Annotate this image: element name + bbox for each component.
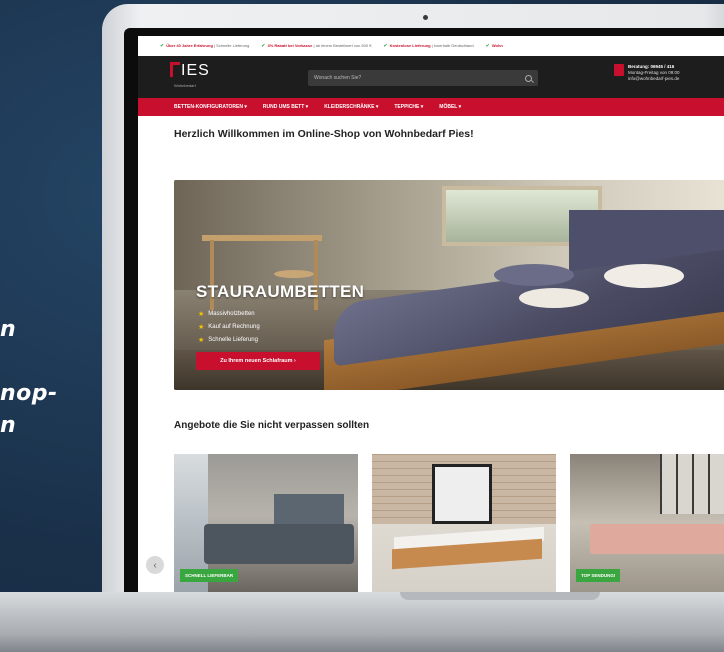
check-icon: ✔	[261, 43, 266, 49]
side-text-line-2: nop-	[0, 381, 58, 406]
product-image-bed	[590, 524, 724, 554]
logo[interactable]: IES	[170, 62, 210, 80]
product-badge: TOP SENDUNG!	[576, 569, 621, 582]
nav-item-teppiche[interactable]: TEPPICHE ▾	[394, 104, 423, 110]
carousel-prev-button[interactable]: ‹	[146, 556, 164, 574]
contact-email[interactable]: info@wohnbedarf-pies.de	[628, 76, 680, 82]
logo-subtitle: Wohnbedarf	[174, 83, 196, 88]
hero-pillow	[519, 288, 589, 308]
nav-item-rund-ums-bett[interactable]: RUND UMS BETT ▾	[263, 104, 308, 110]
usp-item: ✔ Über 40 Jahre Erfahrung | Schnelle Lief…	[160, 43, 250, 49]
offers-heading: Angebote die Sie nicht verpassen sollten	[174, 420, 370, 431]
check-icon: ✔	[383, 43, 388, 49]
hero-pillow	[604, 264, 684, 288]
hero-feature: ★ Schnelle Lieferung	[198, 337, 258, 344]
hero-pillow	[494, 264, 574, 286]
usp-item: ✔ Wohn	[485, 43, 503, 49]
website-screen: ✔ Über 40 Jahre Erfahrung | Schnelle Lief…	[138, 36, 724, 592]
logo-mark-icon	[170, 62, 180, 77]
check-icon: ✔	[160, 43, 165, 49]
product-image-window	[660, 454, 724, 514]
phone-icon	[614, 64, 624, 76]
product-card[interactable]	[372, 454, 556, 592]
laptop-notch	[400, 592, 600, 600]
hero-desk	[202, 235, 322, 241]
hero-cta-button[interactable]: Zu Ihrem neuen Schlafraum ›	[196, 352, 320, 370]
hero-feature: ★ Massivholzbetten	[198, 311, 255, 318]
product-card[interactable]: TOP SENDUNG!	[570, 454, 724, 592]
star-icon: ★	[198, 311, 205, 318]
site-header: IES Wohnbedarf Wonach suchen Sie? Beratu…	[138, 56, 724, 98]
search-icon[interactable]	[525, 74, 532, 82]
hero-banner[interactable]: STAURAUMBETTEN ★ Massivholzbetten ★ Kauf a…	[174, 180, 724, 390]
star-icon: ★	[198, 324, 205, 331]
laptop-base	[0, 592, 724, 652]
product-image-frame	[432, 464, 492, 524]
usp-item: ✔ Kostenlose Lieferung | innerhalb Deutsc…	[383, 43, 474, 49]
usp-bar: ✔ Über 40 Jahre Erfahrung | Schnelle Lief…	[138, 36, 724, 56]
chevron-left-icon: ‹	[153, 559, 157, 571]
side-text-line-3: n	[0, 413, 17, 438]
search-placeholder: Wonach suchen Sie?	[314, 75, 362, 81]
product-card[interactable]: SCHNELL LIEFERBAR	[174, 454, 358, 592]
nav-item-betten-konfiguratoren[interactable]: BETTEN-KONFIGURATOREN ▾	[174, 104, 247, 110]
product-image-bed	[204, 524, 354, 564]
usp-item: ✔ 3% Rabatt bei Vorkasse | ab einem Beste…	[261, 43, 372, 49]
hero-feature: ★ Kauf auf Rechnung	[198, 324, 260, 331]
webcam	[423, 15, 428, 20]
search-input[interactable]: Wonach suchen Sie?	[308, 70, 538, 86]
main-nav: BETTEN-KONFIGURATOREN ▾ RUND UMS BETT ▾ …	[138, 98, 724, 116]
hero-stool	[274, 270, 314, 278]
star-icon: ★	[198, 337, 205, 344]
nav-item-moebel[interactable]: MÖBEL ▾	[439, 104, 461, 110]
nav-item-kleiderschraenke[interactable]: KLEIDERSCHRÄNKE ▾	[324, 104, 378, 110]
hero-title: STAURAUMBETTEN	[196, 282, 365, 301]
product-badge: SCHNELL LIEFERBAR	[180, 569, 239, 582]
side-text-line-1: n	[0, 317, 17, 342]
check-icon: ✔	[485, 43, 490, 49]
contact-info: Beratung: 06945 / 416 Montag-Freitag von…	[614, 64, 680, 82]
welcome-heading: Herzlich Willkommen im Online-Shop von W…	[174, 128, 474, 140]
